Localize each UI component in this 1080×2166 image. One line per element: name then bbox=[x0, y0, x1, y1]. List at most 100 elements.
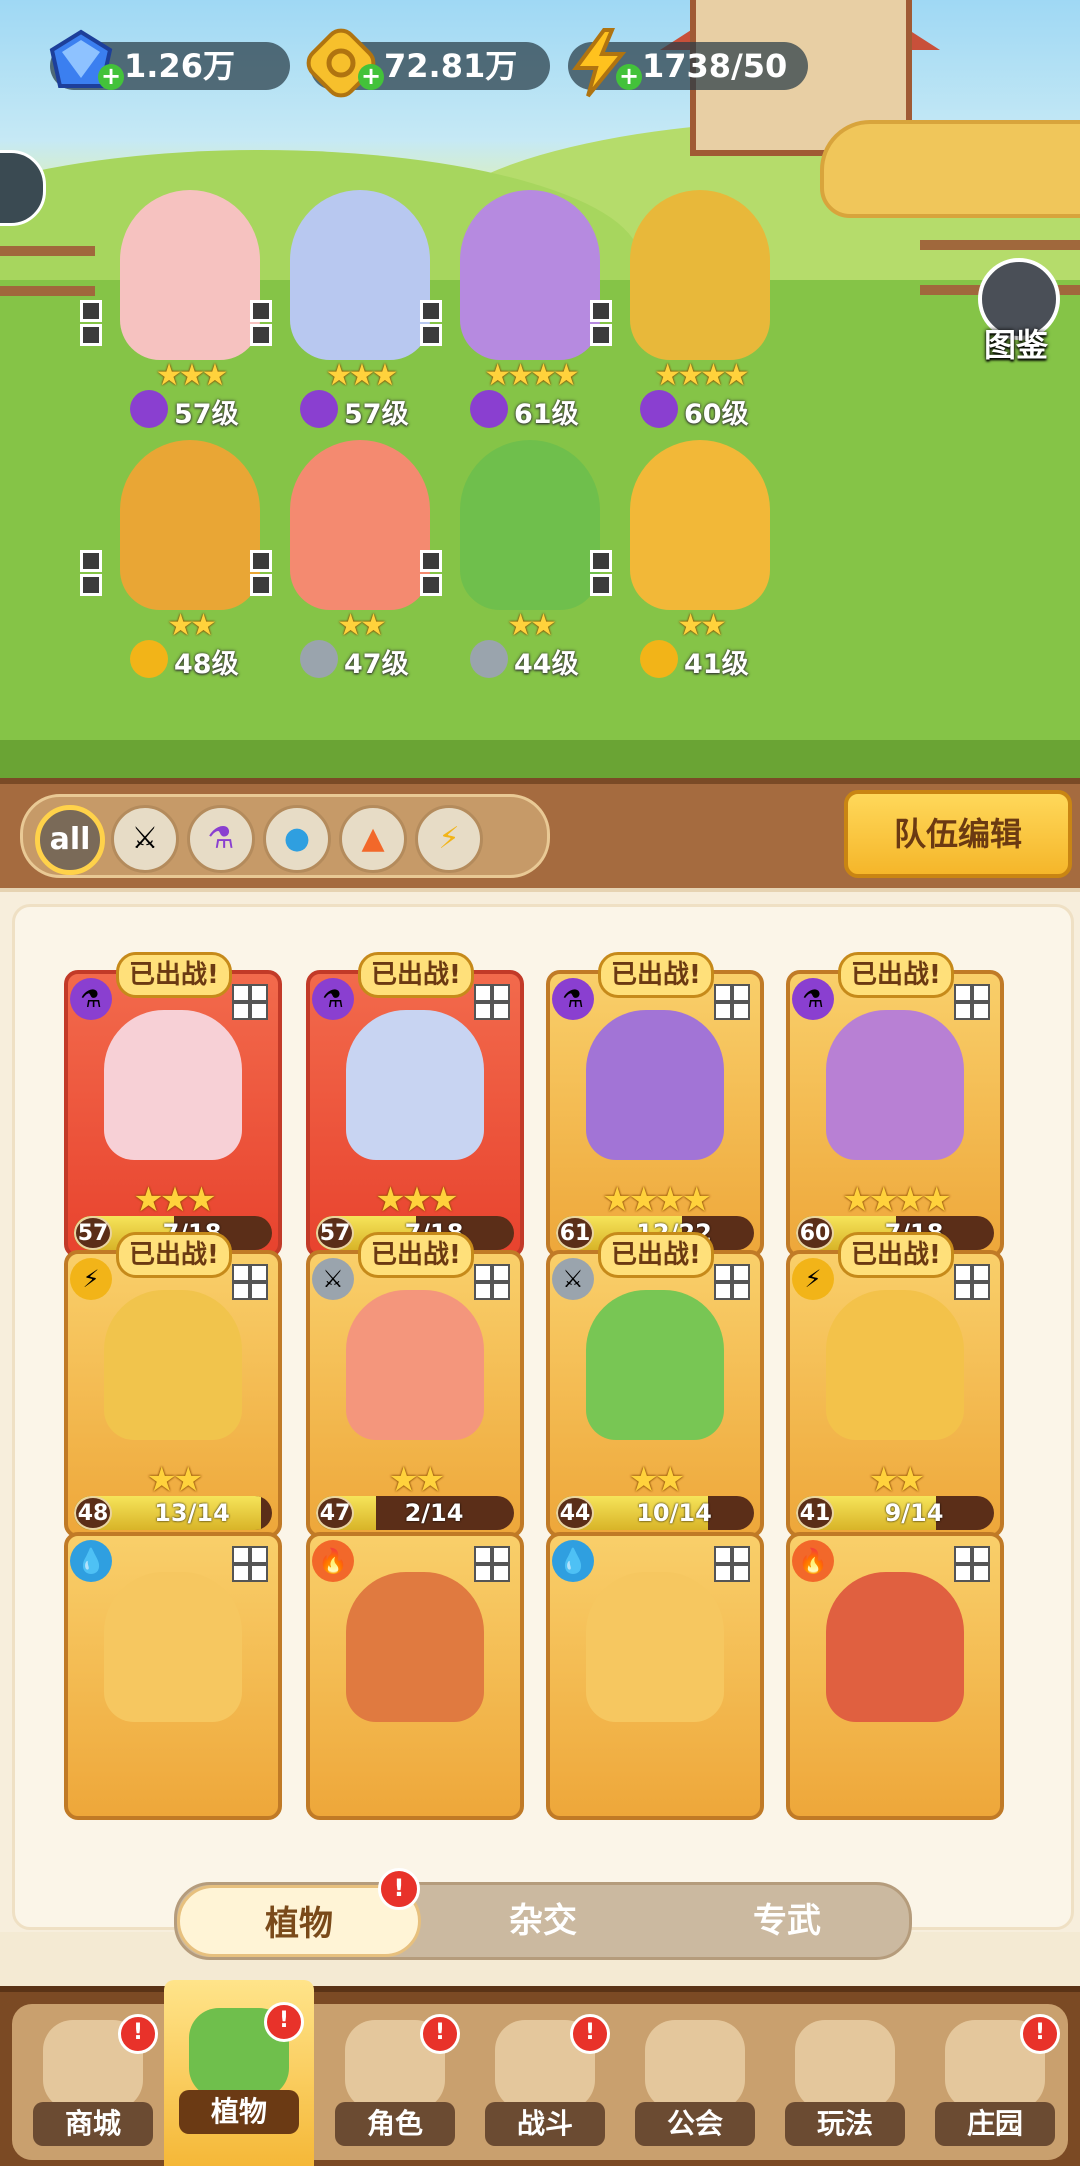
codex-button[interactable]: 图鉴 bbox=[964, 258, 1068, 366]
filter-water-button[interactable]: ● bbox=[263, 805, 331, 873]
nav-label: 战斗 bbox=[485, 2102, 605, 2146]
potion-icon: ⚗ bbox=[792, 978, 834, 1020]
unit-level-text: 60级 bbox=[684, 399, 749, 430]
sword-icon bbox=[470, 640, 508, 678]
type-filter-bar: all ⚔ ⚗ ● ▲ ⚡ bbox=[20, 794, 550, 878]
plant-card[interactable]: 💧 bbox=[546, 1520, 764, 1820]
card-stars: ★★ bbox=[146, 1460, 204, 1500]
potion-icon bbox=[130, 390, 168, 428]
add-gems-icon[interactable]: + bbox=[98, 64, 124, 90]
plant-card[interactable]: ⚗已出战!★★★★12/2261曼陀罗女巫 bbox=[546, 952, 764, 1311]
unit-sprite bbox=[290, 190, 430, 360]
plant-portrait bbox=[104, 1572, 242, 1722]
field-unit[interactable]: ★★★★ 60级 bbox=[590, 190, 800, 430]
formation-icon bbox=[232, 984, 268, 1020]
castle-icon bbox=[645, 2020, 745, 2110]
unit-level-text: 61级 bbox=[514, 399, 579, 430]
unit-level-text: 57级 bbox=[174, 399, 239, 430]
card-stars: ★★★ bbox=[133, 1180, 216, 1220]
unit-level: 41级 bbox=[640, 640, 790, 680]
notification-badge: ! bbox=[570, 2014, 610, 2054]
add-coins-icon[interactable]: + bbox=[358, 64, 384, 90]
nav-guild[interactable]: 公会 bbox=[620, 1992, 770, 2162]
unit-level: 47级 bbox=[300, 640, 450, 680]
plant-card[interactable]: 💧 bbox=[64, 1520, 282, 1820]
nav-characters[interactable]: 角色! bbox=[320, 1992, 470, 2162]
nav-label: 植物 bbox=[179, 2090, 299, 2134]
plant-card[interactable]: ⚔已出战!★★10/1444西瓜巨人 bbox=[546, 1232, 764, 1591]
coin-amount: 72.81万 bbox=[384, 47, 518, 85]
filter-lightning-button[interactable]: ⚡ bbox=[415, 805, 483, 873]
fire-icon: ▲ bbox=[361, 821, 385, 856]
roster-subtabs: 植物 ! 杂交 专武 bbox=[174, 1868, 912, 1960]
card-stars: ★★★★ bbox=[842, 1180, 952, 1220]
plant-portrait bbox=[826, 1290, 964, 1440]
energy-counter[interactable]: + 1738/50 bbox=[568, 28, 808, 98]
formation-icon bbox=[420, 550, 442, 596]
lightning-icon: ⚡ bbox=[438, 821, 460, 856]
unit-level: 44级 bbox=[470, 640, 620, 680]
deployed-badge: 已出战! bbox=[838, 1232, 954, 1278]
filter-fire-button[interactable]: ▲ bbox=[339, 805, 407, 873]
plant-card[interactable]: 🔥 bbox=[786, 1520, 1004, 1820]
nav-label: 公会 bbox=[635, 2102, 755, 2146]
notification-badge: ! bbox=[264, 2002, 304, 2042]
nav-manor[interactable]: 庄园! bbox=[920, 1992, 1070, 2162]
formation-icon bbox=[420, 300, 442, 346]
subtab-exclusive-weapon[interactable]: 专武 bbox=[665, 1885, 909, 1957]
fence bbox=[0, 246, 95, 296]
nav-shop[interactable]: 商城! bbox=[18, 1992, 168, 2162]
formation-icon bbox=[714, 1546, 750, 1582]
plant-card[interactable]: ⚔已出战!★★2/1447桃大圣 bbox=[306, 1232, 524, 1591]
card-stars: ★★ bbox=[868, 1460, 926, 1500]
sword-icon: ⚔ bbox=[131, 821, 159, 856]
nav-battle[interactable]: 战斗! bbox=[470, 1992, 620, 2162]
plant-card[interactable]: ⚡已出战!★★13/1448钢铁榴莲 bbox=[64, 1232, 282, 1591]
formation-icon bbox=[954, 1546, 990, 1582]
plant-card[interactable]: ⚗已出战!★★★★7/1860紫薯霸王 bbox=[786, 952, 1004, 1311]
unit-level-text: 44级 bbox=[514, 649, 579, 680]
formation-icon bbox=[590, 550, 612, 596]
plant-portrait bbox=[346, 1572, 484, 1722]
team-edit-button[interactable]: 队伍编辑 bbox=[844, 790, 1072, 878]
subtab-hybrid[interactable]: 杂交 bbox=[421, 1885, 665, 1957]
formation-icon bbox=[474, 1264, 510, 1300]
coin-counter[interactable]: + 72.81万 bbox=[306, 28, 550, 98]
sword-icon: ⚔ bbox=[312, 1258, 354, 1300]
card-stars: ★★★ bbox=[375, 1180, 458, 1220]
nav-plants[interactable]: 植物! bbox=[164, 1980, 314, 2166]
plant-portrait bbox=[346, 1010, 484, 1160]
sword-icon bbox=[300, 640, 338, 678]
unit-level: 60级 bbox=[640, 390, 790, 430]
add-energy-icon[interactable]: + bbox=[616, 64, 642, 90]
filter-sword-button[interactable]: ⚔ bbox=[111, 805, 179, 873]
water-icon: 💧 bbox=[552, 1540, 594, 1582]
lightning-icon: ⚡ bbox=[792, 1258, 834, 1300]
card-grid[interactable]: ⚗已出战!★★★7/1857白蛇花仙⚗已出战!★★★7/1857青蛇花仙⚗已出战… bbox=[0, 892, 1080, 1842]
subtab-plants[interactable]: 植物 ! bbox=[177, 1868, 421, 1957]
potion-icon bbox=[640, 390, 678, 428]
unit-level-text: 57级 bbox=[344, 399, 409, 430]
water-drop-icon: ● bbox=[283, 821, 311, 856]
filter-all-button[interactable]: all bbox=[35, 805, 105, 875]
potion-icon bbox=[470, 390, 508, 428]
gem-counter[interactable]: + 1.26万 bbox=[49, 29, 290, 90]
battlefield-scene: 图鉴 ★★★ 57级 ★★★ 57级 ★★★★ 61级 ★★★★ 60级 ★★ 48级 ★★ 47级 ★… bbox=[0, 0, 1080, 780]
plant-portrait bbox=[586, 1572, 724, 1722]
plant-card[interactable]: ⚡已出战!★★9/1441雷神桔尔 bbox=[786, 1232, 1004, 1591]
nav-gameplay[interactable]: 玩法 bbox=[770, 1992, 920, 2162]
plant-card[interactable]: ⚗已出战!★★★7/1857青蛇花仙 bbox=[306, 952, 524, 1311]
notification-badge: ! bbox=[118, 2014, 158, 2054]
card-stars: ★★ bbox=[388, 1460, 446, 1500]
field-unit[interactable]: ★★ 41级 bbox=[590, 440, 800, 680]
potion-icon: ⚗ bbox=[70, 978, 112, 1020]
unit-sprite bbox=[460, 190, 600, 360]
filter-potion-button[interactable]: ⚗ bbox=[187, 805, 255, 873]
formation-icon bbox=[714, 1264, 750, 1300]
nav-label: 商城 bbox=[33, 2102, 153, 2146]
plant-card[interactable]: 🔥 bbox=[306, 1520, 524, 1820]
water-icon: 💧 bbox=[70, 1540, 112, 1582]
sword-icon: ⚔ bbox=[552, 1258, 594, 1300]
nav-label: 玩法 bbox=[785, 2102, 905, 2146]
plant-card[interactable]: ⚗已出战!★★★7/1857白蛇花仙 bbox=[64, 952, 282, 1311]
